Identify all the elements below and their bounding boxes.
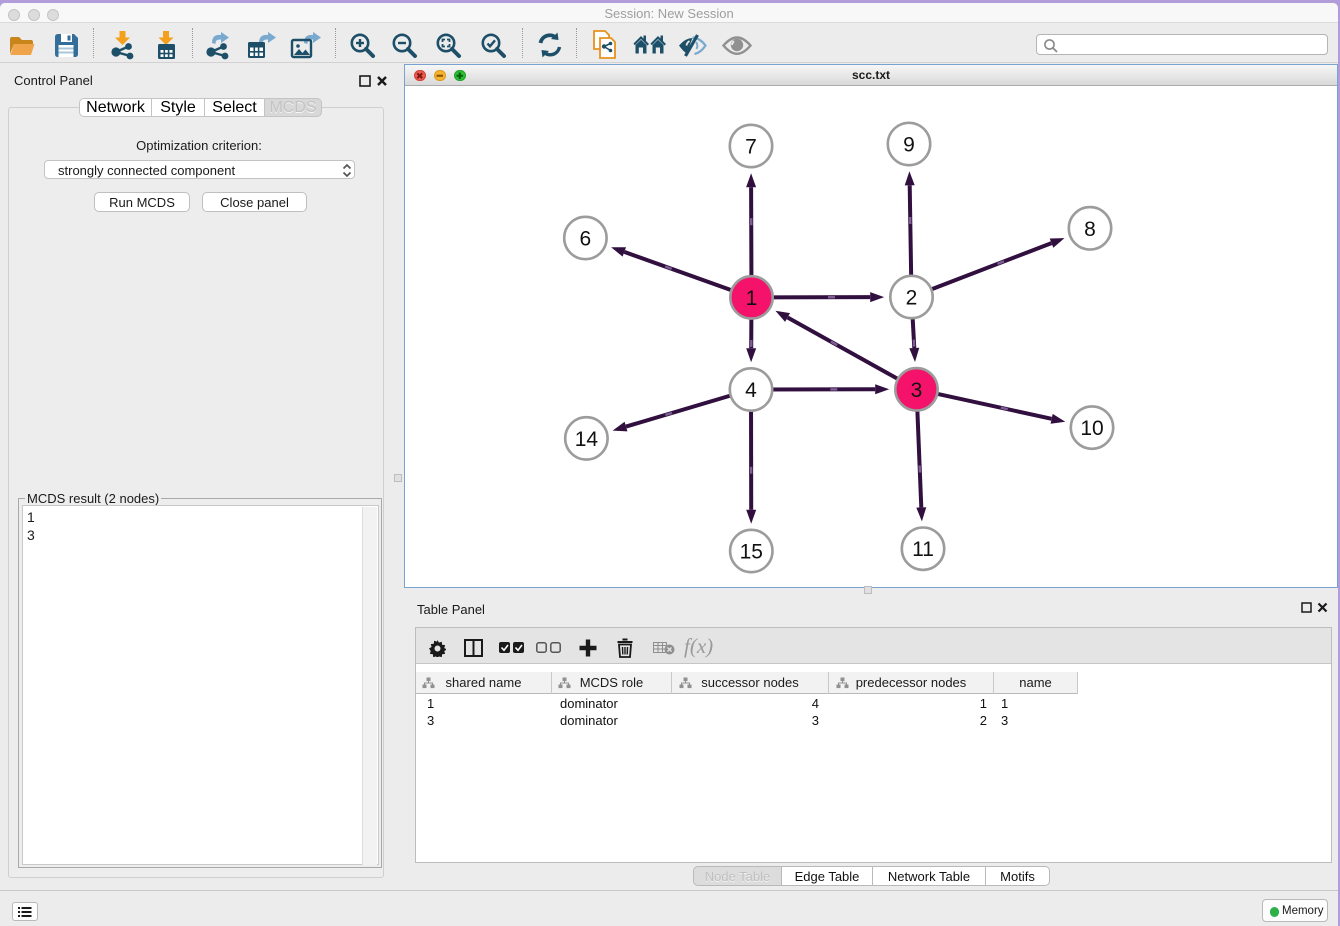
svg-text:4: 4 [745,379,757,402]
svg-text:14: 14 [575,428,599,451]
svg-text:15: 15 [740,541,763,564]
svg-text:10: 10 [1080,417,1103,440]
svg-text:7: 7 [745,136,757,159]
svg-text:8: 8 [1084,218,1096,241]
svg-text:1: 1 [746,287,758,310]
svg-text:9: 9 [903,134,915,157]
svg-text:6: 6 [580,228,592,251]
svg-text:2: 2 [906,287,918,310]
svg-text:3: 3 [911,379,923,402]
svg-text:11: 11 [912,538,934,561]
